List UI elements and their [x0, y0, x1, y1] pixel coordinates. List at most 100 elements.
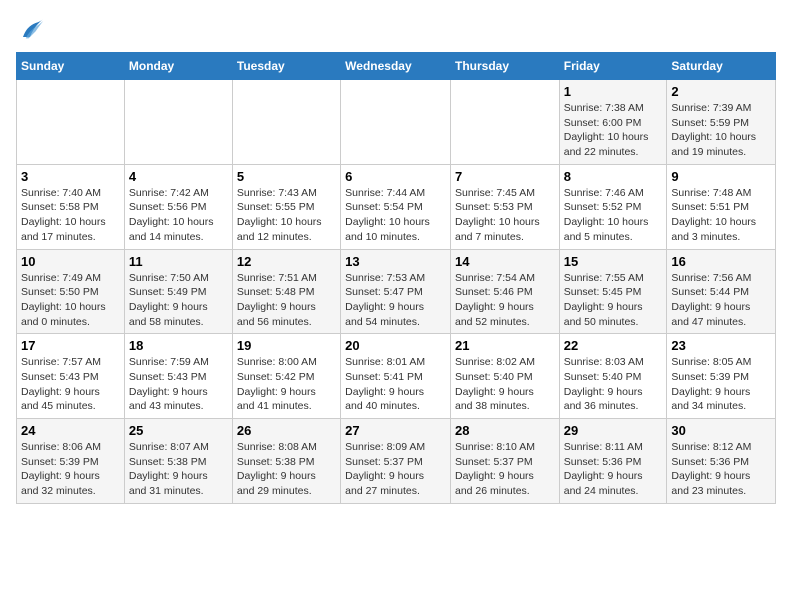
- calendar-cell: 5 Sunrise: 7:43 AM Sunset: 5:55 PM Daylig…: [232, 164, 340, 249]
- weekday-header: Tuesday: [232, 53, 340, 80]
- page-header: [16, 16, 776, 44]
- calendar-cell: 25 Sunrise: 8:07 AM Sunset: 5:38 PM Dayli…: [124, 419, 232, 504]
- day-info: Sunrise: 7:55 AM Sunset: 5:45 PM Dayligh…: [564, 271, 663, 330]
- day-info: Sunrise: 7:49 AM Sunset: 5:50 PM Dayligh…: [21, 271, 120, 330]
- day-number: 25: [129, 423, 228, 438]
- day-info: Sunrise: 7:59 AM Sunset: 5:43 PM Dayligh…: [129, 355, 228, 414]
- calendar-body: 1 Sunrise: 7:38 AM Sunset: 6:00 PM Daylig…: [17, 80, 776, 504]
- weekday-header: Friday: [559, 53, 667, 80]
- day-info: Sunrise: 7:39 AM Sunset: 5:59 PM Dayligh…: [671, 101, 771, 160]
- day-number: 27: [345, 423, 446, 438]
- day-info: Sunrise: 8:05 AM Sunset: 5:39 PM Dayligh…: [671, 355, 771, 414]
- calendar-table: SundayMondayTuesdayWednesdayThursdayFrid…: [16, 52, 776, 504]
- day-number: 11: [129, 254, 228, 269]
- day-number: 28: [455, 423, 555, 438]
- day-number: 18: [129, 338, 228, 353]
- day-info: Sunrise: 8:08 AM Sunset: 5:38 PM Dayligh…: [237, 440, 336, 499]
- calendar-week-row: 24 Sunrise: 8:06 AM Sunset: 5:39 PM Dayli…: [17, 419, 776, 504]
- calendar-cell: 13 Sunrise: 7:53 AM Sunset: 5:47 PM Dayli…: [341, 249, 451, 334]
- calendar-cell: 27 Sunrise: 8:09 AM Sunset: 5:37 PM Dayli…: [341, 419, 451, 504]
- day-info: Sunrise: 8:03 AM Sunset: 5:40 PM Dayligh…: [564, 355, 663, 414]
- day-info: Sunrise: 8:09 AM Sunset: 5:37 PM Dayligh…: [345, 440, 446, 499]
- calendar-cell: 11 Sunrise: 7:50 AM Sunset: 5:49 PM Dayli…: [124, 249, 232, 334]
- day-number: 2: [671, 84, 771, 99]
- weekday-header: Sunday: [17, 53, 125, 80]
- day-info: Sunrise: 8:06 AM Sunset: 5:39 PM Dayligh…: [21, 440, 120, 499]
- calendar-cell: 12 Sunrise: 7:51 AM Sunset: 5:48 PM Dayli…: [232, 249, 340, 334]
- calendar-cell: 22 Sunrise: 8:03 AM Sunset: 5:40 PM Dayli…: [559, 334, 667, 419]
- weekday-row: SundayMondayTuesdayWednesdayThursdayFrid…: [17, 53, 776, 80]
- day-info: Sunrise: 7:48 AM Sunset: 5:51 PM Dayligh…: [671, 186, 771, 245]
- calendar-week-row: 10 Sunrise: 7:49 AM Sunset: 5:50 PM Dayli…: [17, 249, 776, 334]
- calendar-cell: 24 Sunrise: 8:06 AM Sunset: 5:39 PM Dayli…: [17, 419, 125, 504]
- calendar-week-row: 3 Sunrise: 7:40 AM Sunset: 5:58 PM Daylig…: [17, 164, 776, 249]
- calendar-cell: 21 Sunrise: 8:02 AM Sunset: 5:40 PM Dayli…: [450, 334, 559, 419]
- day-number: 29: [564, 423, 663, 438]
- day-number: 1: [564, 84, 663, 99]
- weekday-header: Saturday: [667, 53, 776, 80]
- calendar-week-row: 17 Sunrise: 7:57 AM Sunset: 5:43 PM Dayli…: [17, 334, 776, 419]
- day-number: 23: [671, 338, 771, 353]
- day-info: Sunrise: 7:44 AM Sunset: 5:54 PM Dayligh…: [345, 186, 446, 245]
- day-info: Sunrise: 7:43 AM Sunset: 5:55 PM Dayligh…: [237, 186, 336, 245]
- day-number: 10: [21, 254, 120, 269]
- day-info: Sunrise: 7:38 AM Sunset: 6:00 PM Dayligh…: [564, 101, 663, 160]
- calendar-cell: 29 Sunrise: 8:11 AM Sunset: 5:36 PM Dayli…: [559, 419, 667, 504]
- day-number: 3: [21, 169, 120, 184]
- day-info: Sunrise: 7:45 AM Sunset: 5:53 PM Dayligh…: [455, 186, 555, 245]
- day-number: 24: [21, 423, 120, 438]
- calendar-week-row: 1 Sunrise: 7:38 AM Sunset: 6:00 PM Daylig…: [17, 80, 776, 165]
- day-info: Sunrise: 7:53 AM Sunset: 5:47 PM Dayligh…: [345, 271, 446, 330]
- calendar-cell: 9 Sunrise: 7:48 AM Sunset: 5:51 PM Daylig…: [667, 164, 776, 249]
- day-number: 4: [129, 169, 228, 184]
- day-info: Sunrise: 8:02 AM Sunset: 5:40 PM Dayligh…: [455, 355, 555, 414]
- weekday-header: Wednesday: [341, 53, 451, 80]
- day-info: Sunrise: 7:40 AM Sunset: 5:58 PM Dayligh…: [21, 186, 120, 245]
- day-info: Sunrise: 8:11 AM Sunset: 5:36 PM Dayligh…: [564, 440, 663, 499]
- calendar-cell: [124, 80, 232, 165]
- day-number: 30: [671, 423, 771, 438]
- calendar-cell: [341, 80, 451, 165]
- calendar-cell: 26Sunrise: 8:08 AM Sunset: 5:38 PM Dayli…: [232, 419, 340, 504]
- weekday-header: Monday: [124, 53, 232, 80]
- calendar-cell: 3 Sunrise: 7:40 AM Sunset: 5:58 PM Daylig…: [17, 164, 125, 249]
- day-number: 22: [564, 338, 663, 353]
- day-info: Sunrise: 7:54 AM Sunset: 5:46 PM Dayligh…: [455, 271, 555, 330]
- calendar-cell: 17 Sunrise: 7:57 AM Sunset: 5:43 PM Dayli…: [17, 334, 125, 419]
- day-info: Sunrise: 8:01 AM Sunset: 5:41 PM Dayligh…: [345, 355, 446, 414]
- day-number: 16: [671, 254, 771, 269]
- day-number: 20: [345, 338, 446, 353]
- calendar-cell: 30 Sunrise: 8:12 AM Sunset: 5:36 PM Dayli…: [667, 419, 776, 504]
- calendar-header: SundayMondayTuesdayWednesdayThursdayFrid…: [17, 53, 776, 80]
- calendar-cell: 20 Sunrise: 8:01 AM Sunset: 5:41 PM Dayli…: [341, 334, 451, 419]
- day-info: Sunrise: 8:10 AM Sunset: 5:37 PM Dayligh…: [455, 440, 555, 499]
- day-number: 17: [21, 338, 120, 353]
- day-number: 5: [237, 169, 336, 184]
- calendar-cell: 1 Sunrise: 7:38 AM Sunset: 6:00 PM Daylig…: [559, 80, 667, 165]
- calendar-cell: 23 Sunrise: 8:05 AM Sunset: 5:39 PM Dayli…: [667, 334, 776, 419]
- calendar-cell: [232, 80, 340, 165]
- day-info: Sunrise: 7:51 AM Sunset: 5:48 PM Dayligh…: [237, 271, 336, 330]
- day-number: 12: [237, 254, 336, 269]
- day-info: Sunrise: 8:12 AM Sunset: 5:36 PM Dayligh…: [671, 440, 771, 499]
- calendar-cell: 4Sunrise: 7:42 AM Sunset: 5:56 PM Daylig…: [124, 164, 232, 249]
- calendar-cell: 16 Sunrise: 7:56 AM Sunset: 5:44 PM Dayli…: [667, 249, 776, 334]
- day-number: 6: [345, 169, 446, 184]
- day-info: Sunrise: 8:00 AM Sunset: 5:42 PM Dayligh…: [237, 355, 336, 414]
- day-number: 9: [671, 169, 771, 184]
- day-info: Sunrise: 8:07 AM Sunset: 5:38 PM Dayligh…: [129, 440, 228, 499]
- day-number: 21: [455, 338, 555, 353]
- calendar-cell: [17, 80, 125, 165]
- logo-bird-icon: [16, 16, 44, 44]
- day-info: Sunrise: 7:46 AM Sunset: 5:52 PM Dayligh…: [564, 186, 663, 245]
- calendar-cell: 28 Sunrise: 8:10 AM Sunset: 5:37 PM Dayli…: [450, 419, 559, 504]
- logo: [16, 16, 48, 44]
- calendar-cell: 15Sunrise: 7:55 AM Sunset: 5:45 PM Dayli…: [559, 249, 667, 334]
- calendar-cell: [450, 80, 559, 165]
- day-number: 13: [345, 254, 446, 269]
- day-number: 14: [455, 254, 555, 269]
- day-number: 19: [237, 338, 336, 353]
- day-info: Sunrise: 7:56 AM Sunset: 5:44 PM Dayligh…: [671, 271, 771, 330]
- day-info: Sunrise: 7:50 AM Sunset: 5:49 PM Dayligh…: [129, 271, 228, 330]
- day-info: Sunrise: 7:57 AM Sunset: 5:43 PM Dayligh…: [21, 355, 120, 414]
